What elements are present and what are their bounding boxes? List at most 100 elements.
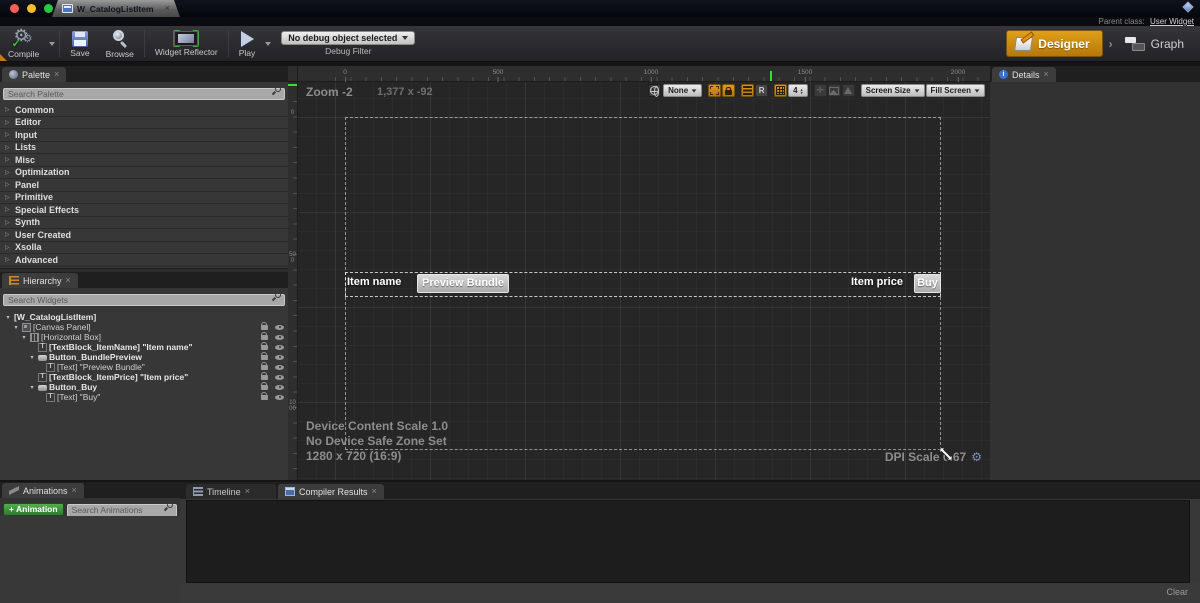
lock-icon[interactable]: [261, 335, 268, 340]
eye-icon[interactable]: [275, 385, 284, 390]
designer-mode-button[interactable]: Designer: [1006, 30, 1102, 57]
flag-dropdown[interactable]: None: [663, 84, 702, 97]
expander-icon[interactable]: ▷: [5, 119, 11, 126]
palette-category-row[interactable]: ▷ Advanced: [0, 254, 288, 267]
eye-icon[interactable]: [275, 345, 284, 350]
mirror-button[interactable]: [842, 84, 855, 97]
compile-options-caret[interactable]: [49, 42, 55, 46]
expander-icon[interactable]: ▷: [5, 194, 11, 201]
palette-category-row[interactable]: ▷ Editor: [0, 117, 288, 130]
palette-category-row[interactable]: ▷ User Created: [0, 229, 288, 242]
preview-background-button[interactable]: [828, 84, 841, 97]
expander-icon[interactable]: ▷: [5, 231, 11, 238]
expander-icon[interactable]: ▾: [28, 354, 36, 361]
add-animation-button[interactable]: + Animation: [3, 503, 64, 516]
buy-button-widget[interactable]: Buy: [914, 274, 941, 293]
browse-button[interactable]: Browse: [98, 26, 142, 61]
close-icon[interactable]: [72, 486, 77, 495]
hierarchy-tree-row[interactable]: [Text] "Buy": [0, 392, 288, 402]
eye-icon[interactable]: [275, 335, 284, 340]
window-minimize-button[interactable]: [27, 4, 36, 13]
eye-icon[interactable]: [275, 395, 284, 400]
lock-icon[interactable]: [261, 375, 268, 380]
hierarchy-tree-row[interactable]: ▾ [W_CatalogListItem]: [0, 312, 288, 322]
grid-snap-button[interactable]: [774, 84, 787, 97]
close-icon[interactable]: [165, 4, 170, 13]
expander-icon[interactable]: ▷: [5, 219, 11, 226]
hierarchy-tree-row[interactable]: ▾ Button_Buy: [0, 382, 288, 392]
play-options-caret[interactable]: [265, 42, 271, 46]
expander-icon[interactable]: ▾: [12, 324, 20, 331]
item-name-textblock[interactable]: Item name: [347, 276, 401, 288]
widget-reflector-button[interactable]: Widget Reflector: [147, 26, 226, 61]
clear-button[interactable]: Clear: [1166, 587, 1188, 597]
palette-category-row[interactable]: ▷ Common: [0, 104, 288, 117]
expander-icon[interactable]: ▷: [5, 106, 11, 113]
palette-category-row[interactable]: ▷ Lists: [0, 142, 288, 155]
expander-icon[interactable]: ▷: [5, 181, 11, 188]
palette-category-row[interactable]: ▷ Optimization: [0, 167, 288, 180]
palette-category-row[interactable]: ▷ Xsolla: [0, 242, 288, 255]
close-icon[interactable]: [1044, 70, 1049, 79]
preview-bundle-button-widget[interactable]: Preview Bundle: [417, 274, 509, 293]
screen-size-dropdown[interactable]: Screen Size: [861, 84, 925, 97]
lock-icon[interactable]: [261, 385, 268, 390]
hierarchy-search-input[interactable]: [3, 294, 285, 306]
palette-category-row[interactable]: ▷ Special Effects: [0, 204, 288, 217]
graph-mode-button[interactable]: Graph: [1119, 33, 1190, 54]
expander-icon[interactable]: ▷: [5, 144, 11, 151]
hierarchy-tree-row[interactable]: ▾ [Horizontal Box]: [0, 332, 288, 342]
palette-category-row[interactable]: ▷ Primitive: [0, 192, 288, 205]
palette-category-row[interactable]: ▷ Synth: [0, 217, 288, 230]
tab-timeline[interactable]: Timeline: [186, 484, 276, 499]
parent-class-link[interactable]: User Widget: [1150, 17, 1194, 26]
canvas-viewport[interactable]: Zoom -2 1,377 x -92 None R 4▴▾ ✛: [298, 82, 990, 480]
palette-category-row[interactable]: ▷ Misc: [0, 154, 288, 167]
eye-icon[interactable]: [275, 325, 284, 330]
close-icon[interactable]: [245, 487, 250, 496]
expander-icon[interactable]: ▾: [4, 314, 12, 321]
tab-animations[interactable]: Animations: [2, 483, 84, 498]
hierarchy-tree-row[interactable]: ▾ [Canvas Panel]: [0, 322, 288, 332]
tab-compiler-results[interactable]: Compiler Results: [278, 484, 384, 499]
expander-icon[interactable]: ▷: [5, 244, 11, 251]
hierarchy-tree-row[interactable]: ▾ Button_BundlePreview: [0, 352, 288, 362]
compile-button[interactable]: ⚙⚙✓ Compile: [0, 26, 47, 61]
item-price-textblock[interactable]: Item price: [851, 276, 903, 288]
play-button[interactable]: Play: [231, 26, 264, 61]
palette-search-input[interactable]: [3, 88, 285, 100]
palette-category-row[interactable]: ▷ Panel: [0, 179, 288, 192]
close-icon[interactable]: [372, 487, 377, 496]
tab-palette[interactable]: Palette: [2, 67, 66, 82]
expander-icon[interactable]: ▷: [5, 156, 11, 163]
animations-list-body[interactable]: [0, 516, 180, 603]
window-zoom-button[interactable]: [44, 4, 53, 13]
lock-icon[interactable]: [261, 395, 268, 400]
eye-icon[interactable]: [275, 375, 284, 380]
hierarchy-tree-row[interactable]: [TextBlock_ItemPrice] "Item price": [0, 372, 288, 382]
expander-icon[interactable]: ▷: [5, 256, 11, 263]
outline-toggle-button[interactable]: [708, 84, 721, 97]
respect-locks-button[interactable]: [741, 84, 754, 97]
animations-search-input[interactable]: [67, 504, 177, 517]
expander-icon[interactable]: ▷: [5, 131, 11, 138]
transform-mode-button[interactable]: ✛: [814, 84, 827, 97]
eye-icon[interactable]: [275, 365, 284, 370]
expander-icon[interactable]: ▷: [5, 206, 11, 213]
localization-preview-button[interactable]: [648, 84, 661, 97]
expander-icon[interactable]: ▷: [5, 169, 11, 176]
close-icon[interactable]: [54, 70, 59, 79]
r-toggle-button[interactable]: R: [755, 84, 768, 97]
lock-icon[interactable]: [261, 355, 268, 360]
palette-category-row[interactable]: ▷ Input: [0, 129, 288, 142]
debug-object-dropdown[interactable]: No debug object selected: [281, 31, 415, 45]
grid-step-spinner[interactable]: 4▴▾: [788, 84, 807, 97]
fill-screen-dropdown[interactable]: Fill Screen: [926, 84, 985, 97]
asset-tab[interactable]: W_CatalogListItem: [52, 0, 180, 17]
hierarchy-tree-row[interactable]: [TextBlock_ItemName] "Item name": [0, 342, 288, 352]
hierarchy-tree-row[interactable]: [Text] "Preview Bundle": [0, 362, 288, 372]
lock-toggle-button[interactable]: [722, 84, 735, 97]
dpi-settings-gear-icon[interactable]: ⚙: [971, 450, 982, 464]
eye-icon[interactable]: [275, 355, 284, 360]
close-icon[interactable]: [66, 276, 71, 285]
